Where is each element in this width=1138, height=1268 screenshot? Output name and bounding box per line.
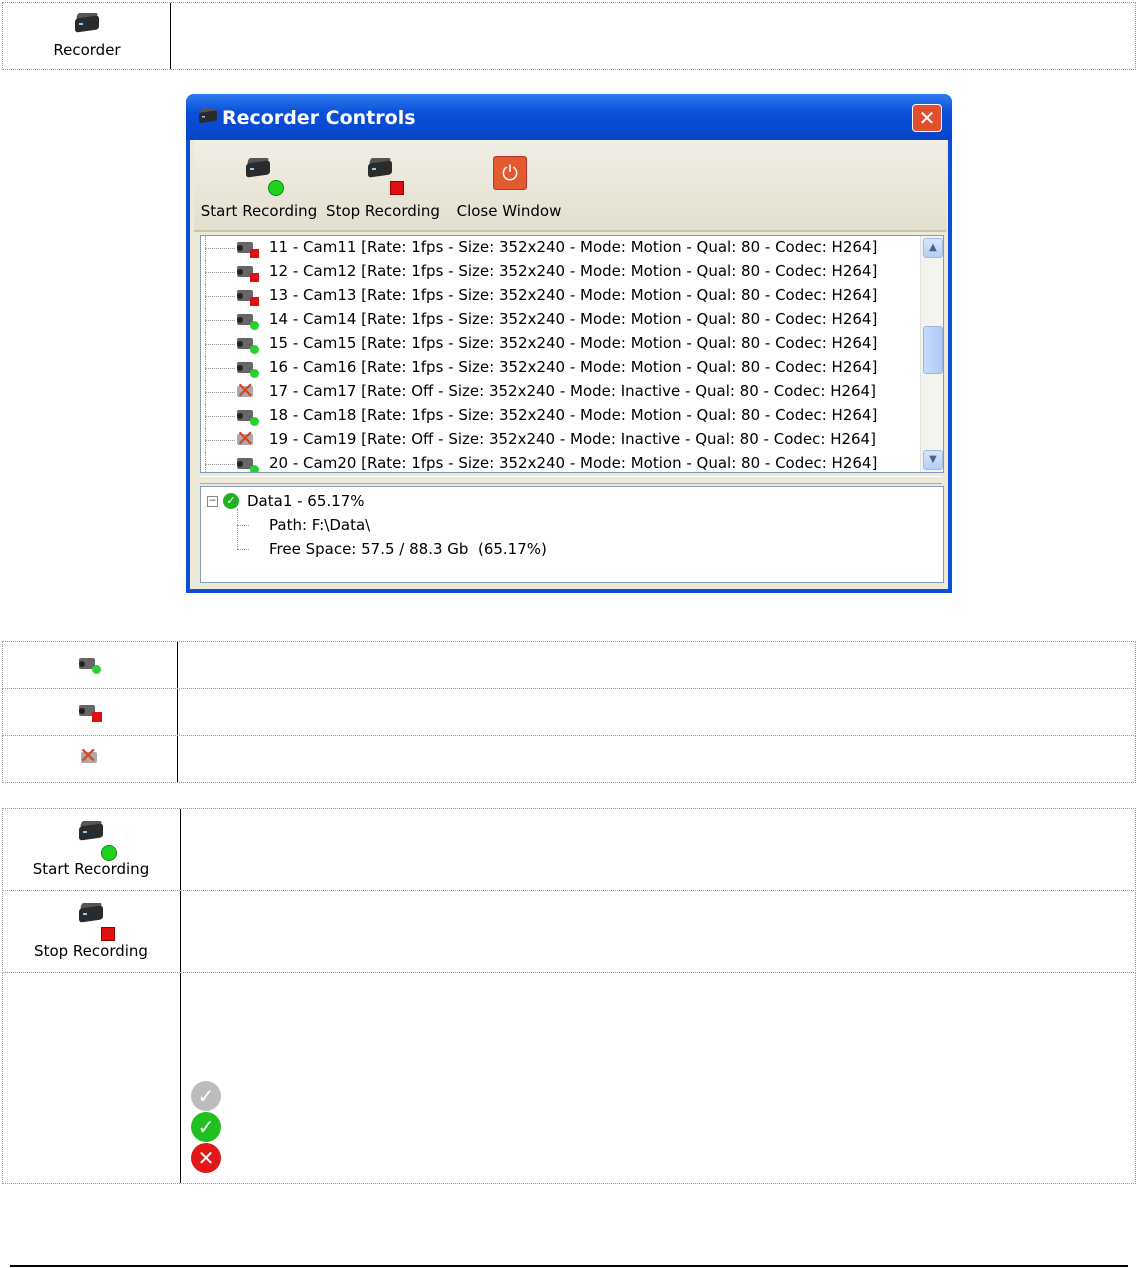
legend-row-recording <box>2 641 1136 689</box>
collapse-icon[interactable]: − <box>207 496 218 507</box>
camera-recording-icon <box>79 654 103 676</box>
camera-row-label: 19 - Cam19 [Rate: Off - Size: 352x240 - … <box>269 430 876 448</box>
close-window-button[interactable]: ⏻ Close Window <box>450 154 568 226</box>
camera-recording-icon <box>237 359 261 379</box>
camera-recording-icon <box>237 407 261 427</box>
recorder-header-row: Recorder <box>2 2 1136 70</box>
green-status-icon <box>268 180 284 196</box>
camera-stopped-icon <box>237 287 261 307</box>
camera-recording-icon <box>237 455 261 472</box>
stop-recording-icon <box>366 158 394 178</box>
scroll-thumb[interactable] <box>923 326 943 374</box>
data-path: Path: F:\Data\ <box>269 516 371 534</box>
data-tree: − ✓ Data1 - 65.17% Path: F:\Data\ Free S… <box>200 486 944 583</box>
stop-recording-legend-icon <box>77 903 105 923</box>
data-free-space: Free Space: 57.5 / 88.3 Gb (65.17%) <box>269 540 547 558</box>
legend-start-row: Start Recording <box>2 808 1136 891</box>
camera-row-label: 18 - Cam18 [Rate: 1fps - Size: 352x240 -… <box>269 406 878 424</box>
camera-inactive-icon: ✕ <box>79 744 98 769</box>
green-check-icon: ✓ <box>191 1112 221 1142</box>
camera-row-label: 20 - Cam20 [Rate: 1fps - Size: 352x240 -… <box>269 454 878 472</box>
camera-stopped-icon <box>79 701 103 723</box>
camera-row-label: 13 - Cam13 [Rate: 1fps - Size: 352x240 -… <box>269 286 878 304</box>
camera-recording-icon <box>237 335 261 355</box>
window-body: Start Recording Stop Recording ⏻ Close W… <box>190 140 948 589</box>
camera-recording-icon <box>237 311 261 331</box>
camera-stopped-icon <box>237 263 261 283</box>
stop-recording-legend-label: Stop Recording <box>34 942 148 960</box>
window-title: Recorder Controls <box>222 107 416 129</box>
data-root-label[interactable]: Data1 - 65.17% <box>247 492 365 510</box>
camera-inactive-icon: ✕ <box>236 427 255 452</box>
start-recording-icon <box>244 158 272 178</box>
camera-row-label: 14 - Cam14 [Rate: 1fps - Size: 352x240 -… <box>269 310 878 328</box>
pane-splitter[interactable] <box>200 476 942 484</box>
window-recorder-icon <box>198 108 219 124</box>
camera-row-label: 16 - Cam16 [Rate: 1fps - Size: 352x240 -… <box>269 358 878 376</box>
close-window-label: Close Window <box>456 202 562 220</box>
green-status-icon <box>101 845 117 861</box>
red-x-icon: ✕ <box>191 1143 221 1173</box>
scroll-up-button[interactable]: ▲ <box>923 238 943 258</box>
stop-recording-button[interactable]: Stop Recording <box>324 154 442 226</box>
window-close-button[interactable]: ✕ <box>912 104 942 132</box>
camera-row-label: 11 - Cam11 [Rate: 1fps - Size: 352x240 -… <box>269 238 878 256</box>
legend-status-row: ✓ ✓ ✕ <box>2 972 1136 1184</box>
legend-stop-row: Stop Recording <box>2 890 1136 973</box>
camera-row-label: 15 - Cam15 [Rate: 1fps - Size: 352x240 -… <box>269 334 878 352</box>
camera-stopped-icon <box>237 239 261 259</box>
toolbar: Start Recording Stop Recording ⏻ Close W… <box>194 140 946 232</box>
check-icon: ✓ <box>223 493 239 509</box>
start-recording-button[interactable]: Start Recording <box>200 154 318 226</box>
red-status-icon <box>101 927 115 941</box>
camera-row-label: 12 - Cam12 [Rate: 1fps - Size: 352x240 -… <box>269 262 878 280</box>
legend-row-stopped <box>2 688 1136 736</box>
red-status-icon <box>390 181 404 195</box>
camera-list-scrollbar[interactable]: ▲ ▼ <box>920 236 943 472</box>
start-recording-label: Start Recording <box>200 202 318 220</box>
recorder-controls-window: Recorder Controls ✕ Start Recording Stop… <box>186 94 952 593</box>
recorder-icon <box>73 13 101 33</box>
legend-row-inactive: ✕ <box>2 735 1136 783</box>
window-titlebar: Recorder Controls ✕ <box>186 94 952 140</box>
stop-recording-label: Stop Recording <box>326 202 440 220</box>
start-recording-legend-icon <box>77 821 105 841</box>
camera-row-label: 17 - Cam17 [Rate: Off - Size: 352x240 - … <box>269 382 876 400</box>
camera-inactive-icon: ✕ <box>236 379 255 404</box>
grey-check-icon: ✓ <box>191 1081 221 1111</box>
scroll-down-button[interactable]: ▼ <box>923 450 943 470</box>
footer-rule <box>10 1265 1128 1267</box>
start-recording-legend-label: Start Recording <box>32 860 150 878</box>
power-icon: ⏻ <box>493 156 527 190</box>
camera-list: 11 - Cam11 [Rate: 1fps - Size: 352x240 -… <box>200 235 944 473</box>
recorder-label: Recorder <box>53 41 121 59</box>
